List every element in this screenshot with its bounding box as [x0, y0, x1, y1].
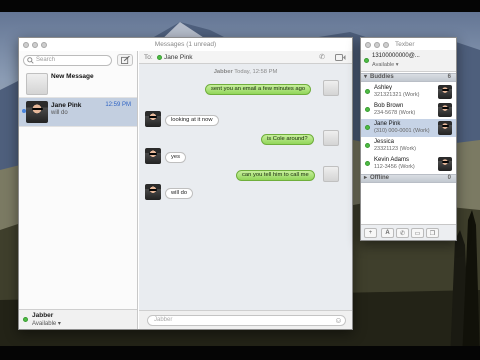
recipient-bar: To: Jane Pink ✆ — [139, 51, 352, 64]
account-id: 13100000000@... — [372, 53, 420, 59]
available-status-icon — [365, 143, 370, 148]
avatar — [145, 111, 161, 127]
conversation-time: 12:59 PM — [105, 102, 131, 108]
recipient-status-icon — [157, 55, 162, 60]
message-incoming: yes — [165, 152, 187, 163]
message-input[interactable]: Jabber — [147, 315, 346, 326]
message-outgoing: can you tell him to call me — [236, 170, 315, 181]
account-header[interactable]: 13100000000@... Available ▾ — [361, 50, 456, 72]
add-buddy-icon[interactable]: + — [364, 228, 377, 238]
conversation-name: New Message — [51, 73, 94, 80]
conversation-name: Jane Pink — [51, 102, 82, 109]
conversation-jane-pink[interactable]: Jane Pink 12:59 PM will do — [19, 98, 137, 127]
chat-pane: To: Jane Pink ✆ Jabber Today, 12:58 PM s… — [139, 51, 352, 329]
account-name: Jabber — [32, 312, 54, 319]
phone-icon[interactable]: ✆ — [396, 228, 409, 238]
offline-count: 0 — [447, 175, 451, 181]
buddy-number: 321321321 (Work) — [374, 92, 420, 98]
buddies-count: 6 — [447, 74, 451, 80]
available-status-icon — [365, 161, 370, 166]
buddy-row[interactable]: Jessica 23321123 (Work) — [361, 137, 456, 155]
avatar — [438, 103, 452, 117]
message-outgoing: is Cole around? — [261, 134, 314, 145]
to-label: To: — [144, 54, 153, 61]
offline-group-header[interactable]: ▸ Offline 0 — [361, 174, 456, 183]
available-status-icon — [364, 58, 369, 63]
avatar — [26, 101, 48, 123]
message-outgoing: sent you an email a few minutes ago — [205, 84, 312, 95]
message-incoming: will do — [165, 188, 194, 199]
buddy-name: Jessica — [374, 139, 395, 145]
zoom-button[interactable] — [383, 42, 389, 48]
buddy-number: 234-5678 (Work) — [374, 110, 416, 116]
compose-button[interactable] — [117, 54, 133, 66]
recipient-name[interactable]: Jane Pink — [164, 54, 193, 61]
buddy-name: Kevin Adams — [374, 157, 410, 163]
buddies-group-header[interactable]: ▾ Buddies 6 — [361, 73, 456, 82]
video-icon[interactable]: ▭ — [411, 228, 424, 238]
chat-icon[interactable]: ❐ — [426, 228, 439, 238]
available-status-icon — [365, 125, 370, 130]
buddy-name: Bob Brown — [374, 103, 404, 109]
buddy-row[interactable]: Kevin Adams 112-3456 (Work) — [361, 155, 456, 173]
buddy-list-window: Texber 13100000000@... Available ▾ ▾ Bud… — [360, 37, 457, 241]
disclosure-triangle-icon: ▸ — [364, 175, 368, 181]
messages-window: Messages (1 unread) Search New Message J… — [18, 37, 353, 330]
buddy-number: (310) 000-0001 (Work) — [374, 128, 430, 134]
my-avatar — [323, 130, 339, 146]
buddy-number: 112-3456 (Work) — [374, 164, 415, 170]
available-status-icon — [23, 317, 28, 322]
top-letterbox — [0, 0, 480, 12]
emoji-icon[interactable]: ☺ — [334, 316, 343, 325]
placeholder-avatar — [26, 73, 48, 95]
video-call-icon[interactable] — [335, 54, 346, 61]
avatar — [438, 85, 452, 99]
window-title: Texber — [395, 41, 415, 48]
phone-call-icon[interactable]: ✆ — [316, 52, 328, 62]
avatar — [145, 148, 161, 164]
conversation-new-message[interactable]: New Message — [19, 69, 137, 98]
buddy-toolbar: + A ✆ ▭ ❐ — [361, 224, 456, 240]
buddy-row[interactable]: Jane Pink (310) 000-0001 (Work) — [361, 119, 456, 137]
buddy-number: 23321123 (Work) — [374, 146, 416, 152]
avatar — [145, 184, 161, 200]
conversation-timestamp: Jabber Today, 12:58 PM — [213, 69, 278, 75]
buddy-row[interactable]: Bob Brown 234-5678 (Work) — [361, 101, 456, 119]
available-status-icon — [365, 89, 370, 94]
available-status-icon — [365, 107, 370, 112]
search-icon — [27, 57, 34, 64]
account-status: Available ▾ — [372, 62, 399, 68]
text-format-icon[interactable]: A — [381, 228, 394, 238]
bottom-letterbox — [0, 346, 480, 360]
conversation-sidebar: Search New Message Jane Pink 12:59 PM wi… — [19, 51, 138, 329]
avatar — [438, 157, 452, 171]
my-avatar — [323, 80, 339, 96]
message-input-bar: Jabber ☺ — [139, 310, 352, 329]
window-title: Messages (1 unread) — [154, 41, 217, 48]
avatar — [438, 121, 452, 135]
search-input[interactable]: Search — [23, 55, 112, 66]
buddy-name: Ashley — [374, 85, 393, 91]
close-button[interactable] — [365, 42, 371, 48]
account-status-bar[interactable]: Jabber Available ▾ — [19, 309, 137, 329]
search-placeholder: Search — [36, 57, 56, 63]
chevron-down-icon: ▾ — [395, 62, 399, 68]
minimize-button[interactable] — [374, 42, 380, 48]
buddy-row[interactable]: Ashley 321321321 (Work) — [361, 83, 456, 101]
buddy-name: Jane Pink — [374, 121, 401, 127]
account-status-label: Available ▾ — [32, 321, 61, 327]
disclosure-triangle-icon: ▾ — [364, 74, 368, 80]
message-incoming: looking at it now — [165, 115, 219, 126]
compose-icon — [120, 56, 130, 64]
chevron-down-icon: ▾ — [57, 321, 61, 327]
my-avatar — [323, 166, 339, 182]
conversation-preview: will do — [51, 110, 68, 116]
